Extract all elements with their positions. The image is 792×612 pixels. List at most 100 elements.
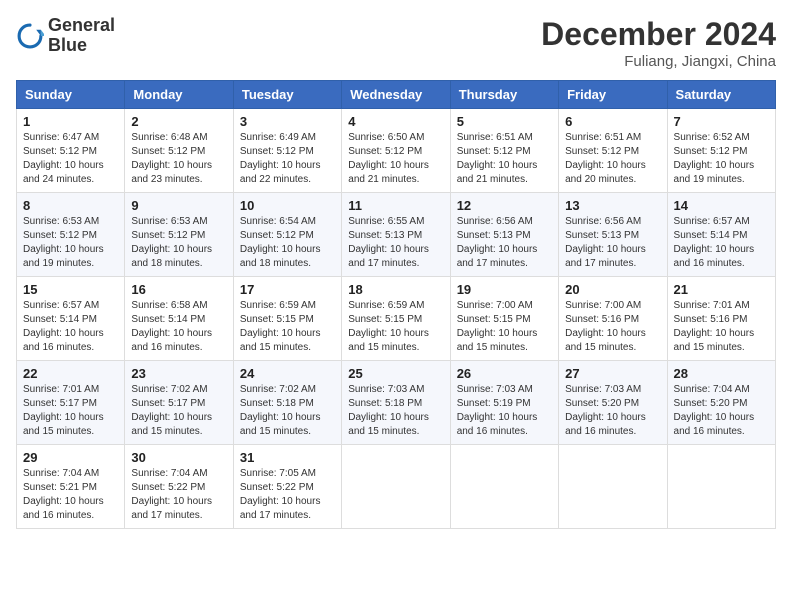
day-number: 21 <box>674 282 769 297</box>
sunset-label: Sunset: 5:15 PM <box>240 314 314 325</box>
daylight-label: Daylight: 10 hours and 24 minutes. <box>23 160 104 185</box>
calendar-cell: 17 Sunrise: 6:59 AM Sunset: 5:15 PM Dayl… <box>233 277 341 361</box>
day-number: 30 <box>131 450 226 465</box>
day-info: Sunrise: 6:54 AM Sunset: 5:12 PM Dayligh… <box>240 215 335 271</box>
sunset-label: Sunset: 5:12 PM <box>348 146 422 157</box>
sunset-label: Sunset: 5:15 PM <box>348 314 422 325</box>
sunrise-label: Sunrise: 7:00 AM <box>565 300 641 311</box>
daylight-label: Daylight: 10 hours and 23 minutes. <box>131 160 212 185</box>
daylight-label: Daylight: 10 hours and 16 minutes. <box>565 412 646 437</box>
title-block: December 2024 Fuliang, Jiangxi, China <box>541 16 776 70</box>
sunset-label: Sunset: 5:15 PM <box>457 314 531 325</box>
calendar-cell: 27 Sunrise: 7:03 AM Sunset: 5:20 PM Dayl… <box>559 361 667 445</box>
calendar-cell <box>342 445 450 529</box>
daylight-label: Daylight: 10 hours and 15 minutes. <box>565 328 646 353</box>
sunrise-label: Sunrise: 6:58 AM <box>131 300 207 311</box>
calendar-cell: 16 Sunrise: 6:58 AM Sunset: 5:14 PM Dayl… <box>125 277 233 361</box>
day-info: Sunrise: 7:05 AM Sunset: 5:22 PM Dayligh… <box>240 467 335 523</box>
sunrise-label: Sunrise: 7:01 AM <box>23 384 99 395</box>
calendar-header-row: SundayMondayTuesdayWednesdayThursdayFrid… <box>17 81 776 109</box>
calendar-week-row: 22 Sunrise: 7:01 AM Sunset: 5:17 PM Dayl… <box>17 361 776 445</box>
sunrise-label: Sunrise: 7:01 AM <box>674 300 750 311</box>
daylight-label: Daylight: 10 hours and 19 minutes. <box>674 160 755 185</box>
sunset-label: Sunset: 5:12 PM <box>131 146 205 157</box>
sunset-label: Sunset: 5:22 PM <box>131 482 205 493</box>
logo: General Blue <box>16 16 115 56</box>
sunset-label: Sunset: 5:13 PM <box>348 230 422 241</box>
calendar-table: SundayMondayTuesdayWednesdayThursdayFrid… <box>16 80 776 529</box>
daylight-label: Daylight: 10 hours and 22 minutes. <box>240 160 321 185</box>
sunrise-label: Sunrise: 7:03 AM <box>348 384 424 395</box>
month-year-title: December 2024 <box>541 16 776 53</box>
sunset-label: Sunset: 5:16 PM <box>565 314 639 325</box>
sunrise-label: Sunrise: 7:02 AM <box>240 384 316 395</box>
calendar-cell: 8 Sunrise: 6:53 AM Sunset: 5:12 PM Dayli… <box>17 193 125 277</box>
day-info: Sunrise: 6:50 AM Sunset: 5:12 PM Dayligh… <box>348 131 443 187</box>
sunset-label: Sunset: 5:22 PM <box>240 482 314 493</box>
sunrise-label: Sunrise: 6:57 AM <box>674 216 750 227</box>
day-number: 17 <box>240 282 335 297</box>
weekday-header-friday: Friday <box>559 81 667 109</box>
day-number: 4 <box>348 114 443 129</box>
sunset-label: Sunset: 5:17 PM <box>131 398 205 409</box>
day-info: Sunrise: 7:03 AM Sunset: 5:20 PM Dayligh… <box>565 383 660 439</box>
day-number: 23 <box>131 366 226 381</box>
day-number: 15 <box>23 282 118 297</box>
daylight-label: Daylight: 10 hours and 15 minutes. <box>240 328 321 353</box>
calendar-cell: 11 Sunrise: 6:55 AM Sunset: 5:13 PM Dayl… <box>342 193 450 277</box>
day-number: 11 <box>348 198 443 213</box>
sunrise-label: Sunrise: 6:56 AM <box>457 216 533 227</box>
day-info: Sunrise: 7:02 AM Sunset: 5:18 PM Dayligh… <box>240 383 335 439</box>
calendar-cell: 18 Sunrise: 6:59 AM Sunset: 5:15 PM Dayl… <box>342 277 450 361</box>
sunrise-label: Sunrise: 7:00 AM <box>457 300 533 311</box>
sunset-label: Sunset: 5:14 PM <box>674 230 748 241</box>
calendar-week-row: 1 Sunrise: 6:47 AM Sunset: 5:12 PM Dayli… <box>17 109 776 193</box>
weekday-header-wednesday: Wednesday <box>342 81 450 109</box>
calendar-cell: 9 Sunrise: 6:53 AM Sunset: 5:12 PM Dayli… <box>125 193 233 277</box>
sunrise-label: Sunrise: 6:59 AM <box>240 300 316 311</box>
calendar-cell: 21 Sunrise: 7:01 AM Sunset: 5:16 PM Dayl… <box>667 277 775 361</box>
calendar-cell: 3 Sunrise: 6:49 AM Sunset: 5:12 PM Dayli… <box>233 109 341 193</box>
sunrise-label: Sunrise: 7:04 AM <box>23 468 99 479</box>
day-info: Sunrise: 6:53 AM Sunset: 5:12 PM Dayligh… <box>131 215 226 271</box>
daylight-label: Daylight: 10 hours and 18 minutes. <box>240 244 321 269</box>
sunrise-label: Sunrise: 6:47 AM <box>23 132 99 143</box>
day-info: Sunrise: 6:56 AM Sunset: 5:13 PM Dayligh… <box>565 215 660 271</box>
sunrise-label: Sunrise: 6:49 AM <box>240 132 316 143</box>
day-info: Sunrise: 6:49 AM Sunset: 5:12 PM Dayligh… <box>240 131 335 187</box>
sunrise-label: Sunrise: 6:51 AM <box>565 132 641 143</box>
calendar-cell <box>667 445 775 529</box>
day-number: 20 <box>565 282 660 297</box>
sunset-label: Sunset: 5:12 PM <box>23 146 97 157</box>
day-number: 19 <box>457 282 552 297</box>
day-info: Sunrise: 7:04 AM Sunset: 5:22 PM Dayligh… <box>131 467 226 523</box>
daylight-label: Daylight: 10 hours and 18 minutes. <box>131 244 212 269</box>
day-info: Sunrise: 7:00 AM Sunset: 5:16 PM Dayligh… <box>565 299 660 355</box>
daylight-label: Daylight: 10 hours and 16 minutes. <box>674 244 755 269</box>
sunset-label: Sunset: 5:12 PM <box>457 146 531 157</box>
sunrise-label: Sunrise: 7:04 AM <box>131 468 207 479</box>
calendar-cell: 4 Sunrise: 6:50 AM Sunset: 5:12 PM Dayli… <box>342 109 450 193</box>
sunset-label: Sunset: 5:18 PM <box>240 398 314 409</box>
sunrise-label: Sunrise: 6:53 AM <box>131 216 207 227</box>
sunset-label: Sunset: 5:14 PM <box>23 314 97 325</box>
day-number: 22 <box>23 366 118 381</box>
daylight-label: Daylight: 10 hours and 17 minutes. <box>565 244 646 269</box>
sunrise-label: Sunrise: 6:57 AM <box>23 300 99 311</box>
day-number: 12 <box>457 198 552 213</box>
sunrise-label: Sunrise: 7:03 AM <box>457 384 533 395</box>
weekday-header-sunday: Sunday <box>17 81 125 109</box>
calendar-cell: 30 Sunrise: 7:04 AM Sunset: 5:22 PM Dayl… <box>125 445 233 529</box>
daylight-label: Daylight: 10 hours and 16 minutes. <box>23 328 104 353</box>
calendar-cell: 28 Sunrise: 7:04 AM Sunset: 5:20 PM Dayl… <box>667 361 775 445</box>
day-number: 9 <box>131 198 226 213</box>
calendar-cell: 12 Sunrise: 6:56 AM Sunset: 5:13 PM Dayl… <box>450 193 558 277</box>
daylight-label: Daylight: 10 hours and 15 minutes. <box>240 412 321 437</box>
calendar-cell: 23 Sunrise: 7:02 AM Sunset: 5:17 PM Dayl… <box>125 361 233 445</box>
day-number: 31 <box>240 450 335 465</box>
calendar-week-row: 29 Sunrise: 7:04 AM Sunset: 5:21 PM Dayl… <box>17 445 776 529</box>
day-number: 18 <box>348 282 443 297</box>
day-info: Sunrise: 6:51 AM Sunset: 5:12 PM Dayligh… <box>457 131 552 187</box>
calendar-cell: 25 Sunrise: 7:03 AM Sunset: 5:18 PM Dayl… <box>342 361 450 445</box>
calendar-cell: 29 Sunrise: 7:04 AM Sunset: 5:21 PM Dayl… <box>17 445 125 529</box>
